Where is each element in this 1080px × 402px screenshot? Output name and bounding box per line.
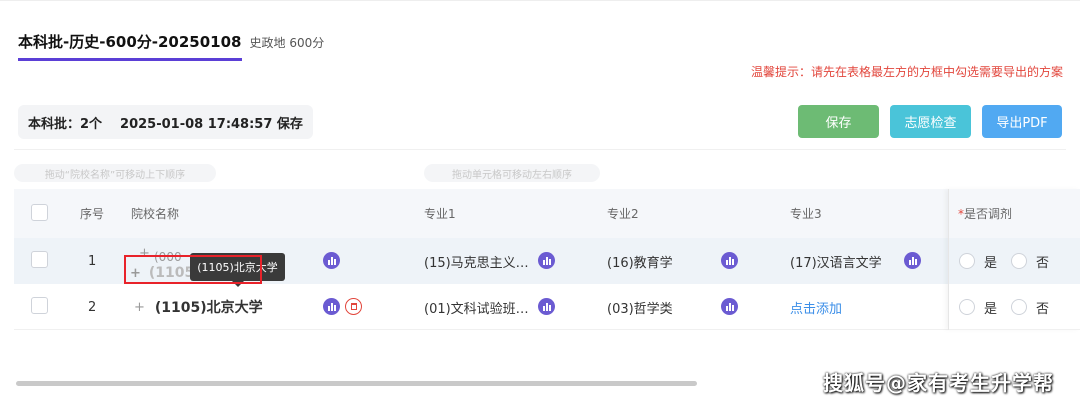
plan-subtitle: 史政地 600分 (249, 36, 325, 50)
drag-tip-cell: 拖动单元格可移动左右顺序 (424, 164, 600, 182)
header-school: 院校名称 (131, 207, 180, 221)
table-header: 序号 院校名称 专业1 专业2 专业3 * 是否调剂 (14, 189, 1080, 238)
chart-icon[interactable] (323, 298, 340, 315)
divider (14, 149, 1066, 150)
row-index: 2 (88, 299, 97, 315)
major1-cell[interactable]: (15)马克思主义… (424, 238, 529, 284)
plan-page: 本科批-历史-600分-20250108 史政地 600分 温馨提示：请先在表格… (0, 0, 1080, 402)
drag-tip-school: 拖动“院校名称”可移动上下顺序 (14, 164, 216, 182)
chart-icon[interactable] (323, 252, 340, 269)
export-pdf-button[interactable]: 导出PDF (982, 105, 1062, 138)
row-index: 1 (88, 253, 97, 269)
chart-icon[interactable] (721, 298, 738, 315)
sticky-column-shadow (948, 189, 1080, 330)
header-index: 序号 (80, 207, 105, 221)
major2-cell[interactable]: (16)教育学 (607, 238, 673, 284)
highlight-box (124, 255, 262, 284)
major1-cell[interactable]: (01)文科试验班… (424, 284, 529, 330)
export-hint: 温馨提示：请先在表格最左方的方框中勾选需要导出的方案 (750, 65, 1063, 79)
batch-count: 本科批：2个 (28, 116, 103, 132)
chart-icon[interactable] (538, 252, 555, 269)
major2-cell[interactable]: (03)哲学类 (607, 284, 673, 330)
delete-icon[interactable] (345, 298, 362, 315)
school-name[interactable]: (1105)北京大学 (155, 297, 263, 317)
row-checkbox[interactable] (31, 251, 48, 268)
select-all-checkbox[interactable] (31, 204, 48, 221)
save-status: 本科批：2个 2025-01-08 17:48:57 保存 (18, 105, 313, 139)
check-button[interactable]: 志愿检查 (890, 105, 971, 138)
header-major3: 专业3 (790, 207, 822, 221)
add-major-link[interactable]: 点击添加 (790, 284, 842, 330)
save-button[interactable]: 保存 (798, 105, 879, 138)
table-row[interactable]: 2 + (1105)北京大学 (01)文科试验班… (03)哲学类 点击添加 是… (14, 284, 1080, 330)
plan-title-area: 本科批-历史-600分-20250108 史政地 600分 (18, 31, 324, 61)
plan-title-tab[interactable]: 本科批-历史-600分-20250108 (18, 31, 242, 61)
horizontal-scrollbar[interactable] (16, 381, 697, 386)
plus-icon: + (134, 299, 145, 315)
chart-icon[interactable] (721, 252, 738, 269)
chart-icon[interactable] (538, 298, 555, 315)
header-major2: 专业2 (607, 207, 639, 221)
header-major1: 专业1 (424, 207, 456, 221)
saved-time: 2025-01-08 17:48:57 保存 (120, 116, 303, 132)
major3-cell[interactable]: (17)汉语言文学 (790, 238, 882, 284)
watermark: 搜狐号@家有考生升学帮 (823, 371, 1054, 395)
school-cell[interactable]: + (1105)北京大学 (134, 284, 263, 330)
chart-icon[interactable] (904, 252, 921, 269)
row-checkbox[interactable] (31, 297, 48, 314)
